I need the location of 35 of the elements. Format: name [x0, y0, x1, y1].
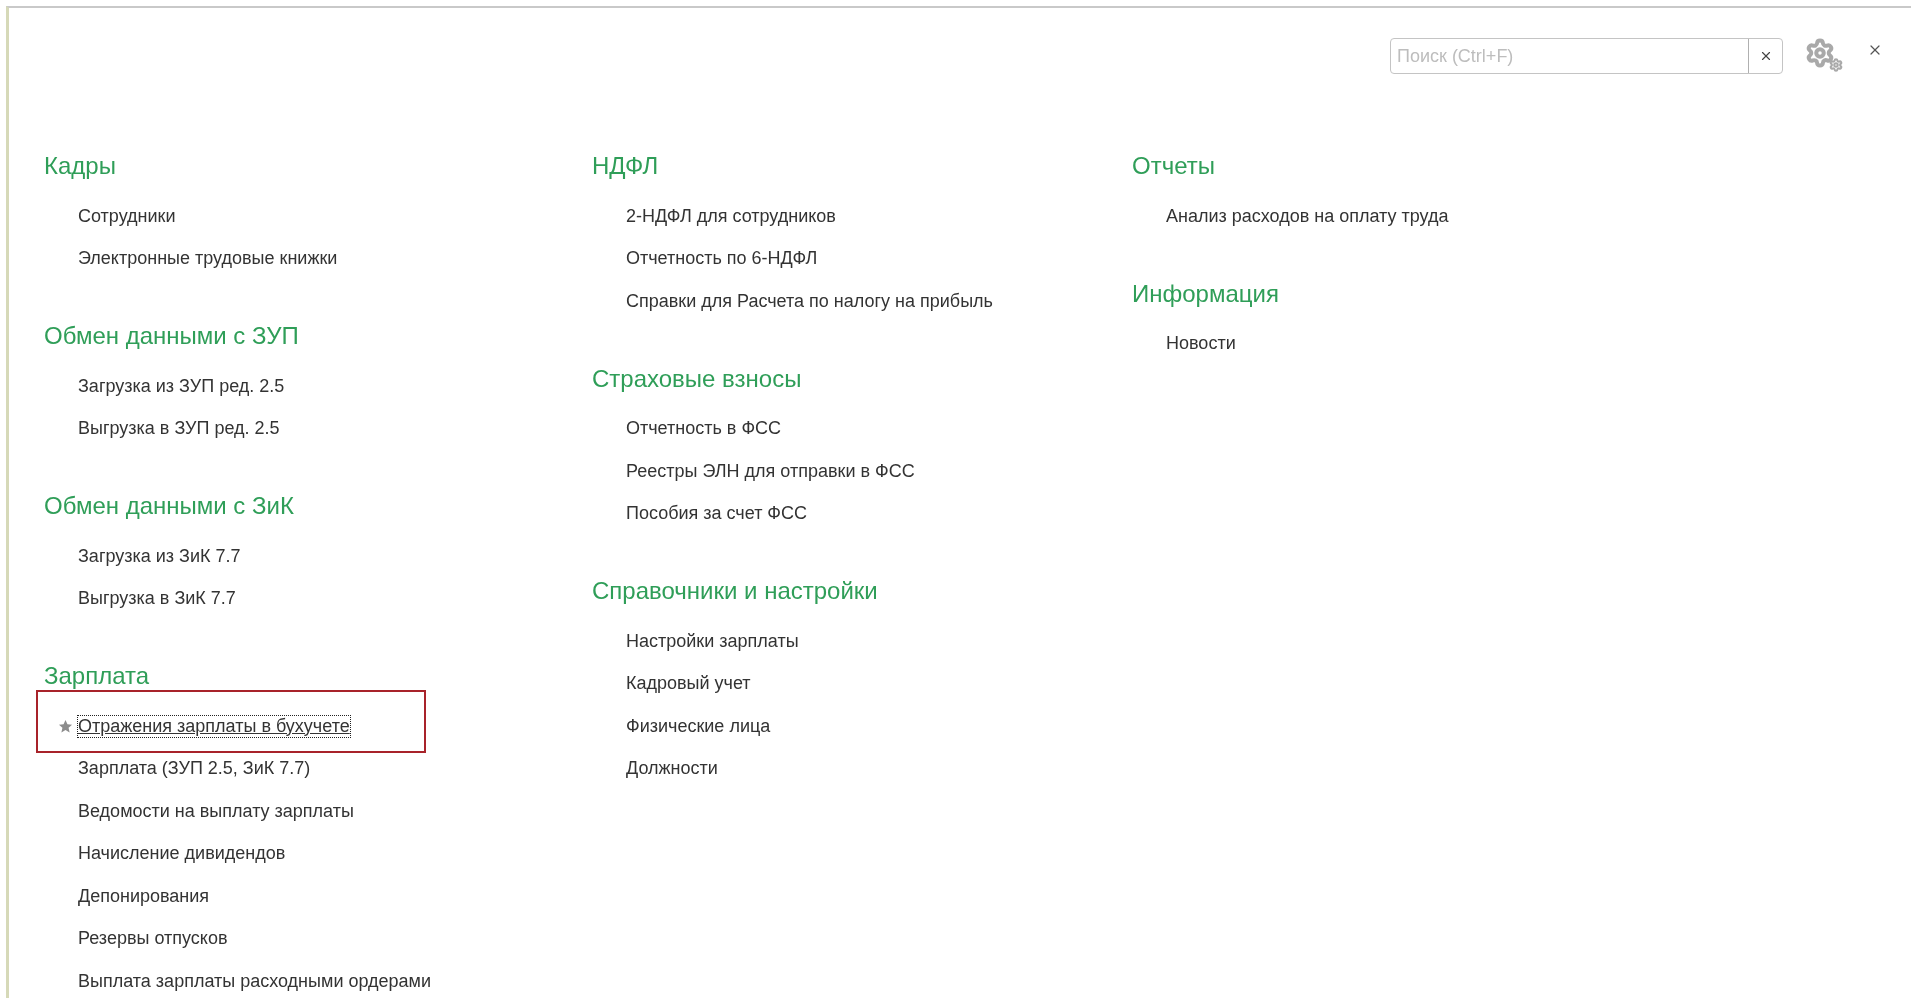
- menu-link[interactable]: Выплата зарплаты расходными ордерами: [78, 970, 431, 992]
- menu-link[interactable]: Резервы отпусков: [78, 928, 228, 950]
- menu-link[interactable]: Загрузка из ЗиК 7.7: [78, 545, 241, 567]
- menu-link[interactable]: Сотрудники: [78, 205, 176, 227]
- section-title: Информация: [1132, 278, 1280, 309]
- section-title: Обмен данными с ЗиК: [44, 491, 295, 521]
- menu-link[interactable]: Загрузка из ЗУП ред. 2.5: [78, 375, 285, 397]
- menu-link[interactable]: Депонирования: [78, 885, 210, 907]
- menu-link[interactable]: Настройки зарплаты: [626, 630, 799, 652]
- star-icon[interactable]: [58, 719, 73, 734]
- section-title: Кадры: [44, 151, 117, 181]
- section-title: Обмен данными с ЗУП: [44, 321, 300, 351]
- menu-link[interactable]: Новости: [1166, 333, 1236, 355]
- menu-link[interactable]: Реестры ЭЛН для отправки в ФСС: [626, 460, 915, 482]
- menu-link[interactable]: Зарплата (ЗУП 2.5, ЗиК 7.7): [78, 758, 311, 780]
- section-title: Зарплата: [44, 661, 151, 691]
- section-title: Страховые взносы: [592, 363, 803, 394]
- menu-link[interactable]: Анализ расходов на оплату труда: [1166, 205, 1449, 227]
- section-title: НДФЛ: [592, 151, 660, 181]
- menu-link[interactable]: Кадровый учет: [626, 673, 751, 695]
- menu-link[interactable]: Выгрузка в ЗУП ред. 2.5: [78, 418, 280, 440]
- menu-link[interactable]: Физические лица: [626, 715, 771, 737]
- section-title: Справочники и настройки: [592, 576, 879, 606]
- menu-link[interactable]: Пособия за счет ФСС: [626, 503, 808, 525]
- section-title: Отчеты: [1132, 151, 1216, 181]
- menu-link[interactable]: Должности: [626, 758, 718, 780]
- menu-link[interactable]: Выгрузка в ЗиК 7.7: [78, 588, 236, 610]
- menu-link[interactable]: Отражения зарплаты в бухучете: [78, 715, 350, 737]
- menu-link[interactable]: 2-НДФЛ для сотрудников: [626, 205, 836, 227]
- menu-link[interactable]: Начисление дивидендов: [78, 843, 286, 865]
- menu-link[interactable]: Отчетность в ФСС: [626, 418, 782, 440]
- menu-link[interactable]: Справки для Расчета по налогу на прибыль: [626, 290, 993, 312]
- menu-link[interactable]: Электронные трудовые книжки: [78, 248, 338, 270]
- menu-link[interactable]: Ведомости на выплату зарплаты: [78, 800, 354, 822]
- menu-link[interactable]: Отчетность по 6-НДФЛ: [626, 248, 818, 270]
